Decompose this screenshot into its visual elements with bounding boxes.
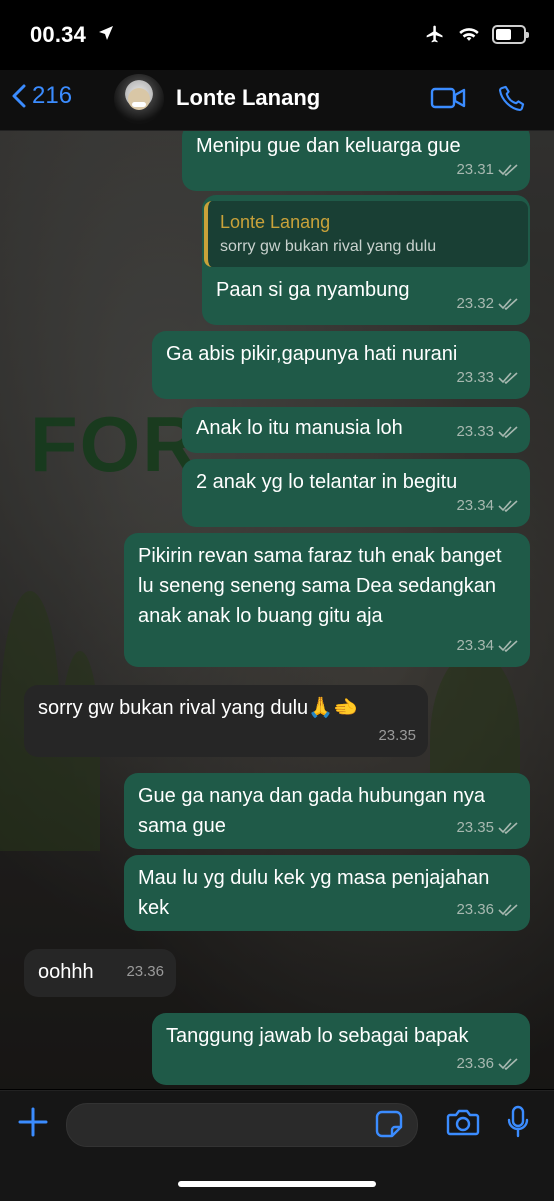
message-input[interactable] [66,1103,418,1147]
message-text: Pikirin revan sama faraz tuh enak banget… [138,545,508,627]
avatar[interactable] [114,74,164,124]
message-bubble-outgoing[interactable]: Anak lo itu manusia loh 23.33 [182,407,530,453]
message-text: Anak lo itu manusia loh [196,417,403,439]
phone-icon[interactable] [498,84,526,112]
airplane-icon [426,25,443,43]
location-arrow-icon [99,26,113,40]
message-bubble-incoming[interactable]: sorry gw bukan rival yang dulu🙏🫲 23.35 [24,685,428,757]
message-bubble-outgoing[interactable]: Tanggung jawab lo sebagai bapak 23.36 [152,1013,530,1085]
sticker-icon[interactable] [374,1109,404,1139]
message-bubble-outgoing[interactable]: Gue ga nanya dan gada hubungan nya sama … [124,773,530,849]
video-call-icon[interactable] [430,86,466,110]
message-bubble-outgoing[interactable]: Ga abis pikir,gapunya hati nurani 23.33 [152,331,530,399]
message-text: 2 anak yg lo telantar in begitu [196,471,458,493]
message-text: Paan si ga nyambung [216,279,410,301]
message-text: Ga abis pikir,gapunya hati nurani [166,343,458,365]
double-check-icon [498,822,518,834]
message-text: Gue ga nanya dan gada hubungan nya sama … [138,785,491,837]
quoted-sender: Lonte Lanang [220,212,331,232]
double-check-icon [498,426,518,438]
double-check-icon [498,640,518,652]
message-time: 23.34 [456,637,494,654]
status-bar: 00.34 [0,0,554,70]
message-time: 23.33 [456,423,494,440]
chat-header: 216 Lonte Lanang [0,70,554,131]
message-text: Tanggung jawab lo sebagai bapak [166,1025,469,1047]
message-time: 23.36 [456,901,494,918]
message-bubble-incoming[interactable]: oohhh 23.36 [24,949,176,997]
message-text: sorry gw bukan rival yang dulu🙏🫲 [38,697,358,719]
message-time: 23.35 [456,819,494,836]
message-bubble-outgoing[interactable]: Lonte Lanang sorry gw bukan rival yang d… [202,195,530,325]
double-check-icon [498,1058,518,1070]
double-check-icon [498,372,518,384]
contact-name[interactable]: Lonte Lanang [176,85,320,111]
message-bubble-outgoing[interactable]: Pikirin revan sama faraz tuh enak banget… [124,533,530,667]
message-bubble-outgoing[interactable]: Menipu gue dan keluarga gue 23.31 [182,131,530,191]
double-check-icon [498,500,518,512]
camera-icon[interactable] [446,1107,480,1137]
message-time: 23.32 [456,295,494,312]
unread-count: 216 [32,82,73,109]
double-check-icon [498,904,518,916]
message-text: Menipu gue dan keluarga gue [196,135,461,157]
quoted-text: sorry gw bukan rival yang dulu [220,238,437,255]
double-check-icon [498,298,518,310]
message-time: 23.33 [456,369,494,386]
message-time: 23.36 [126,963,164,980]
wifi-icon [459,28,479,41]
battery-icon [492,24,529,44]
message-time: 23.31 [456,161,494,178]
back-button[interactable]: 216 [12,82,72,110]
message-time: 23.35 [378,727,416,744]
microphone-icon[interactable] [506,1105,530,1139]
double-check-icon [498,164,518,176]
message-bubble-outgoing[interactable]: Mau lu yg dulu kek yg masa penjajahan ke… [124,855,530,931]
chevron-left-icon [12,84,26,108]
plus-icon[interactable] [16,1105,50,1139]
message-text: oohhh [38,961,94,983]
message-time: 23.34 [456,497,494,514]
message-bubble-outgoing[interactable]: 2 anak yg lo telantar in begitu 23.34 [182,459,530,527]
quoted-message[interactable]: Lonte Lanang sorry gw bukan rival yang d… [204,201,528,267]
status-time: 00.34 [30,22,87,47]
home-indicator [178,1181,376,1187]
chat-area[interactable]: FOR Menipu gue dan keluarga gue 23.31 Lo… [0,131,554,1089]
message-time: 23.36 [456,1055,494,1072]
message-text: Mau lu yg dulu kek yg masa penjajahan ke… [138,867,495,919]
